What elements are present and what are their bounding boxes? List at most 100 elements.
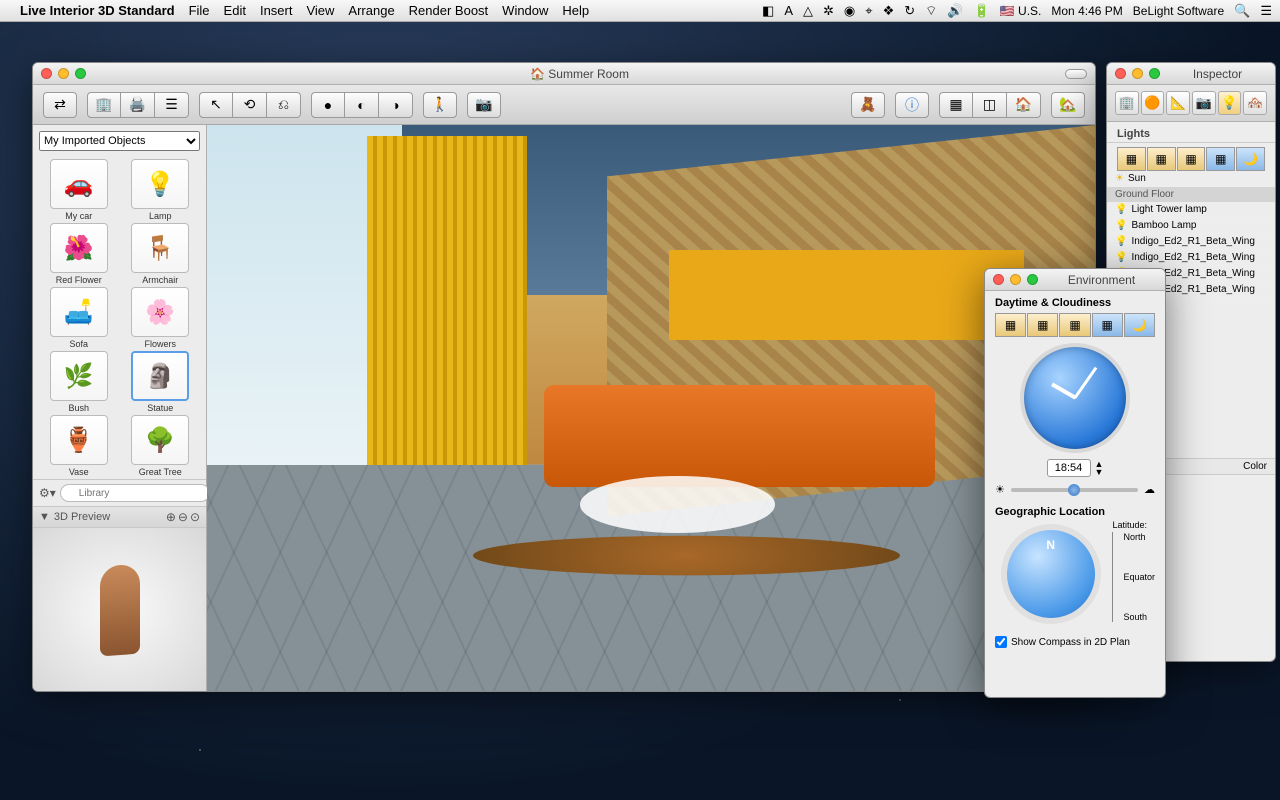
snapshot-button[interactable]: 📷	[467, 92, 501, 118]
menu-view[interactable]: View	[306, 3, 334, 18]
minimize-button[interactable]	[58, 68, 69, 79]
object-my-car[interactable]: 🚗My car	[39, 159, 119, 221]
status-icon[interactable]: △	[803, 3, 813, 19]
3d-toy-icon[interactable]: 🧸	[851, 92, 885, 118]
zoom-out-icon[interactable]: ⊖	[178, 510, 188, 524]
minimize-button[interactable]	[1010, 274, 1021, 285]
close-button[interactable]	[993, 274, 1004, 285]
app-name[interactable]: Live Interior 3D Standard	[20, 3, 175, 18]
object-great-tree[interactable]: 🌳Great Tree	[121, 415, 201, 477]
wifi-icon[interactable]: ⌔	[925, 3, 937, 19]
3d-viewport[interactable]	[207, 125, 1095, 691]
stop-button[interactable]: ◑	[379, 92, 413, 118]
tod-morning[interactable]: ▦	[1147, 147, 1176, 171]
object-bush[interactable]: 🌿Bush	[39, 351, 119, 413]
light-row[interactable]: 💡Indigo_Ed2_R1_Beta_Wing	[1107, 250, 1275, 266]
rotate-tool[interactable]: ⟲	[233, 92, 267, 118]
menubar-vendor[interactable]: BeLight Software	[1133, 4, 1224, 18]
input-source[interactable]: 🇺🇸 U.S.	[1000, 4, 1042, 18]
minimize-button[interactable]	[1132, 68, 1143, 79]
toolbar-toggle-button[interactable]	[1065, 69, 1087, 79]
status-icon[interactable]: ◧	[762, 3, 774, 19]
menu-render-boost[interactable]: Render Boost	[409, 3, 489, 18]
tod-dawn[interactable]: ▦	[1117, 147, 1146, 171]
object-lamp[interactable]: 💡Lamp	[121, 159, 201, 221]
tod-dawn[interactable]: ▦	[995, 313, 1026, 337]
titlebar[interactable]: Inspector	[1107, 63, 1275, 85]
back-forward-button[interactable]: ⇄	[43, 92, 77, 118]
tod-evening[interactable]: ▦	[1092, 313, 1123, 337]
home-button[interactable]: 🏡	[1051, 92, 1085, 118]
light-row[interactable]: 💡Light Tower lamp	[1107, 202, 1275, 218]
inspector-tab-camera[interactable]: 📷	[1192, 91, 1216, 115]
menu-help[interactable]: Help	[562, 3, 589, 18]
inspector-tab-measure[interactable]: 📐	[1166, 91, 1190, 115]
menubar-clock[interactable]: Mon 4:46 PM	[1051, 4, 1122, 18]
view-3d-button[interactable]: 🏠	[1007, 92, 1041, 118]
zoom-button[interactable]	[1027, 274, 1038, 285]
zoom-button[interactable]	[75, 68, 86, 79]
compass[interactable]	[1001, 524, 1101, 624]
tod-noon[interactable]: ▦	[1059, 313, 1090, 337]
time-input[interactable]	[1047, 459, 1091, 477]
light-row-sun[interactable]: ☀Sun	[1107, 171, 1275, 187]
tod-morning[interactable]: ▦	[1027, 313, 1058, 337]
latitude-slider[interactable]	[1112, 532, 1120, 622]
close-button[interactable]	[41, 68, 52, 79]
play-button[interactable]: ◐	[345, 92, 379, 118]
object-vase[interactable]: 🏺Vase	[39, 415, 119, 477]
object-statue[interactable]: 🗿Statue	[121, 351, 201, 413]
record-button[interactable]: ●	[311, 92, 345, 118]
tod-night[interactable]: 🌙	[1124, 313, 1155, 337]
zoom-in-icon[interactable]: ⊕	[166, 510, 176, 524]
library-category-select[interactable]: My Imported Objects	[39, 131, 200, 151]
measure-tool[interactable]: ⎌	[267, 92, 301, 118]
status-icon[interactable]: ◉	[844, 3, 855, 19]
print-button[interactable]: 🖨️	[121, 92, 155, 118]
status-icon[interactable]: ❖	[883, 3, 895, 19]
close-button[interactable]	[1115, 68, 1126, 79]
disclosure-icon[interactable]: ▼	[39, 511, 50, 523]
battery-icon[interactable]: 🔋	[974, 3, 990, 19]
object-flowers[interactable]: 🌸Flowers	[121, 287, 201, 349]
spotlight-icon[interactable]: 🔍	[1234, 3, 1250, 19]
view-split-button[interactable]: ◫	[973, 92, 1007, 118]
sync-icon[interactable]: ↻	[904, 3, 915, 19]
show-compass-checkbox[interactable]	[995, 636, 1007, 648]
tod-evening[interactable]: ▦	[1206, 147, 1235, 171]
status-icon[interactable]: A	[784, 3, 793, 18]
library-search-input[interactable]	[60, 484, 210, 502]
notification-center-icon[interactable]: ☰	[1260, 3, 1272, 19]
cloudiness-slider[interactable]	[1011, 488, 1138, 492]
zoom-fit-icon[interactable]: ⊙	[190, 510, 200, 524]
menu-window[interactable]: Window	[502, 3, 548, 18]
bluetooth-icon[interactable]: ⌖	[865, 3, 872, 19]
tod-night[interactable]: 🌙	[1236, 147, 1265, 171]
list-button[interactable]: ☰	[155, 92, 189, 118]
preview-3d-area[interactable]	[33, 528, 206, 691]
object-armchair[interactable]: 🪑Armchair	[121, 223, 201, 285]
status-icon[interactable]: ✲	[823, 3, 834, 19]
select-tool[interactable]: ↖	[199, 92, 233, 118]
library-button[interactable]: 🏢	[87, 92, 121, 118]
walk-button[interactable]: 🚶	[423, 92, 457, 118]
daytime-clock[interactable]	[1020, 343, 1130, 453]
object-sofa[interactable]: 🛋️Sofa	[39, 287, 119, 349]
menu-edit[interactable]: Edit	[224, 3, 246, 18]
inspector-tab-lights[interactable]: 💡	[1218, 91, 1242, 115]
inspector-tab-object[interactable]: 🏢	[1115, 91, 1139, 115]
menu-insert[interactable]: Insert	[260, 3, 293, 18]
titlebar[interactable]: Environment	[985, 269, 1165, 291]
zoom-button[interactable]	[1149, 68, 1160, 79]
inspector-tab-material[interactable]: 🟠	[1141, 91, 1165, 115]
light-row[interactable]: 💡Bamboo Lamp	[1107, 218, 1275, 234]
view-2d-button[interactable]: ▦	[939, 92, 973, 118]
info-button[interactable]: ⓘ	[895, 92, 929, 118]
gear-icon[interactable]: ⚙︎▾	[39, 486, 56, 500]
object-red-flower[interactable]: 🌺Red Flower	[39, 223, 119, 285]
menu-file[interactable]: File	[189, 3, 210, 18]
tod-noon[interactable]: ▦	[1177, 147, 1206, 171]
menu-arrange[interactable]: Arrange	[348, 3, 394, 18]
titlebar[interactable]: 🏠 Summer Room	[33, 63, 1095, 85]
volume-icon[interactable]: 🔊	[947, 3, 963, 19]
